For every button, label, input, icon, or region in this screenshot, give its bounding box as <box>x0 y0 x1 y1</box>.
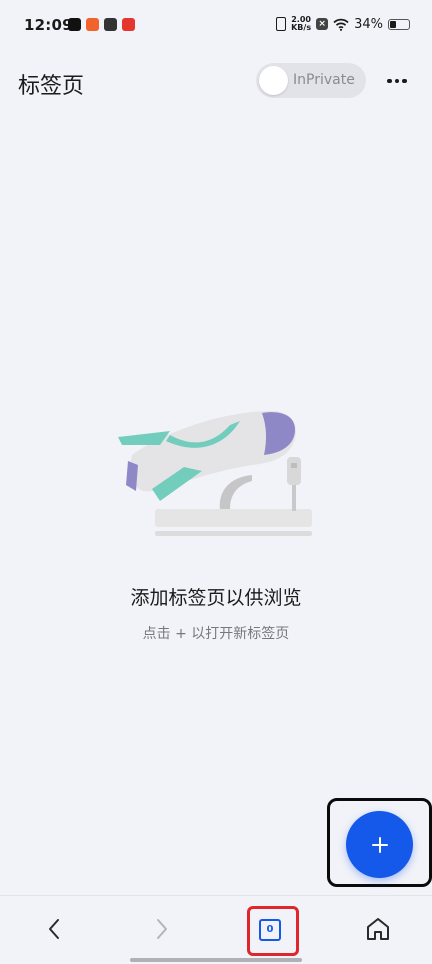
plus-icon <box>371 836 388 853</box>
battery-level-fill <box>390 20 396 28</box>
vibrate-icon <box>276 17 287 31</box>
tabs-screen: 12:09 2.00 KB/s × 34% 标签页 InPrivate 添加标签… <box>0 0 432 964</box>
inprivate-label: InPrivate <box>293 72 355 88</box>
wifi-icon <box>333 18 349 31</box>
chevron-right-icon <box>157 919 167 939</box>
inprivate-toggle[interactable]: InPrivate <box>256 63 366 98</box>
battery-percent: 34% <box>354 16 383 32</box>
status-time: 12:09 <box>24 16 73 34</box>
status-bar: 12:09 2.00 KB/s × 34% <box>0 0 432 52</box>
airplane-ride-illustration <box>118 411 312 536</box>
app-badge-icon <box>86 18 99 31</box>
tab-count-button[interactable]: 0 <box>259 919 281 941</box>
battery-icon <box>388 18 410 30</box>
page-title: 标签页 <box>18 74 85 99</box>
new-tab-button[interactable] <box>346 811 413 878</box>
back-button[interactable] <box>37 912 71 946</box>
bottom-toolbar <box>0 895 432 964</box>
toggle-knob <box>259 66 288 95</box>
forward-button[interactable] <box>145 912 179 946</box>
network-speed: 2.00 KB/s <box>291 16 311 32</box>
more-horizontal-icon[interactable] <box>382 70 412 92</box>
empty-state-subtitle: 点击 + 以打开新标签页 <box>142 626 290 642</box>
network-speed-unit: KB/s <box>291 23 312 32</box>
shopping-app-icon <box>122 18 135 31</box>
status-right-group: 2.00 KB/s × 34% <box>276 16 410 32</box>
sim-off-icon: × <box>316 18 329 30</box>
home-indicator <box>130 958 302 962</box>
empty-state-title: 添加标签页以供浏览 <box>130 587 302 609</box>
link-app-icon <box>104 18 117 31</box>
tiktok-icon <box>68 18 81 31</box>
chevron-left-icon <box>49 919 59 939</box>
home-icon <box>367 918 389 940</box>
home-button[interactable] <box>361 912 395 946</box>
